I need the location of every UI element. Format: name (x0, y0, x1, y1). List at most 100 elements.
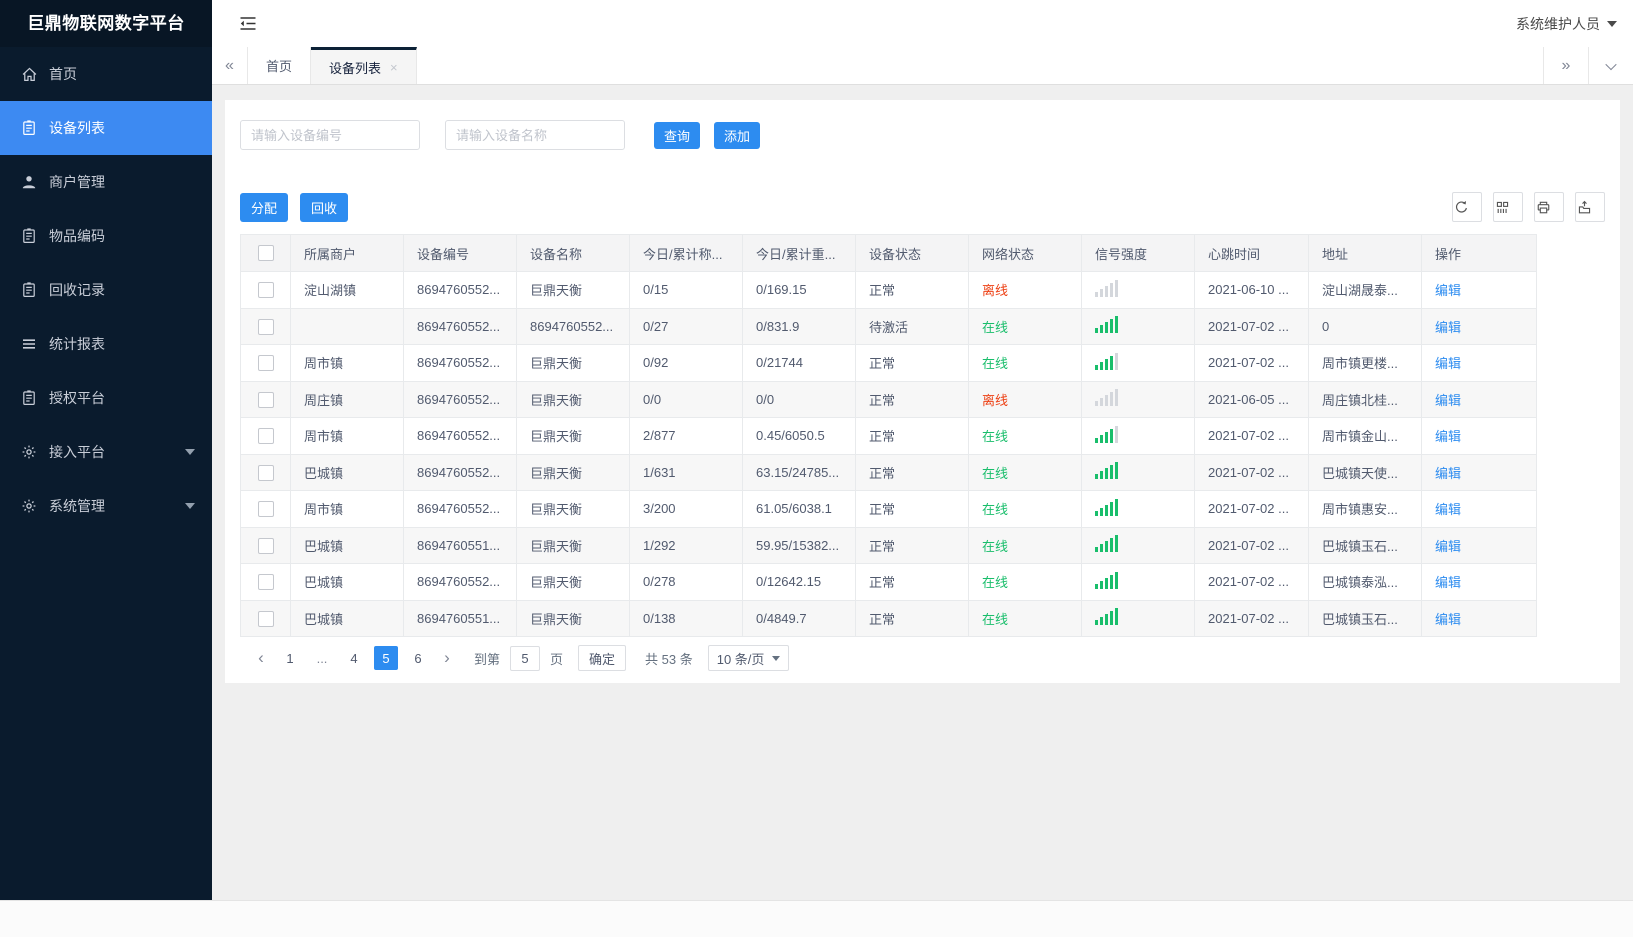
cell-heartbeat: 2021-07-02 ... (1194, 599, 1309, 637)
doc-icon (20, 281, 38, 299)
edit-link[interactable]: 编辑 (1435, 502, 1461, 517)
prev-page-button[interactable]: ‹ (248, 645, 274, 671)
cell-today-weight: 0/12642.15 (742, 563, 856, 601)
sidebar-item-system-manage[interactable]: 系统管理 (0, 479, 212, 533)
jump-page-input[interactable] (510, 645, 541, 671)
cell-device-no: 8694760551... (403, 526, 517, 564)
tab-home[interactable]: 首页 (248, 47, 312, 84)
sidebar-toggle-icon[interactable] (239, 16, 257, 31)
user-menu[interactable]: 系统维护人员 (1516, 14, 1617, 34)
row-checkbox[interactable] (257, 428, 274, 445)
sidebar-item-stats-report[interactable]: 统计报表 (0, 317, 212, 371)
sidebar-item-item-code[interactable]: 物品编码 (0, 209, 212, 263)
edit-link[interactable]: 编辑 (1435, 283, 1461, 298)
page-button-4[interactable]: 4 (342, 646, 366, 670)
cell-device-name: 巨鼎天衡 (516, 380, 630, 418)
cell-heartbeat: 2021-06-05 ... (1194, 380, 1309, 418)
chevron-down-icon (185, 503, 195, 509)
device-name-input[interactable] (445, 120, 625, 150)
list-icon (20, 119, 38, 137)
edit-link[interactable]: 编辑 (1435, 466, 1461, 481)
page-button-6[interactable]: 6 (406, 646, 430, 670)
sidebar-item-device-list[interactable]: 设备列表 (0, 101, 212, 155)
gear-icon (20, 443, 38, 461)
tabs-scroll-right-button[interactable]: » (1543, 47, 1588, 84)
row-checkbox[interactable] (257, 282, 274, 299)
caret-down-icon (1607, 20, 1617, 27)
refresh-button[interactable] (1452, 192, 1482, 222)
sidebar-item-auth-platform[interactable]: 授权平台 (0, 371, 212, 425)
print-icon (1535, 198, 1553, 216)
page-size-select[interactable]: 10 条/页 (707, 645, 790, 671)
signal-strength-icon (1095, 535, 1118, 553)
columns-button[interactable] (1493, 192, 1523, 222)
recycle-button[interactable]: 回收 (300, 192, 349, 222)
confirm-button[interactable]: 确定 (578, 645, 627, 671)
table-row: 淀山湖镇 8694760552... 巨鼎天衡 0/15 0/169.15 正常 离线 202… (240, 271, 1537, 309)
cell-address: 巴城镇玉石... (1308, 599, 1422, 637)
cell-device-no: 8694760552... (403, 307, 517, 345)
tabs-menu-button[interactable] (1588, 47, 1633, 84)
sidebar-item-home[interactable]: 首页 (0, 47, 212, 101)
row-checkbox[interactable] (257, 610, 274, 627)
chevron-down-icon (1605, 58, 1617, 70)
edit-link[interactable]: 编辑 (1435, 539, 1461, 554)
row-checkbox[interactable] (257, 318, 274, 335)
cell-today-weight: 0/0 (742, 380, 856, 418)
edit-link[interactable]: 编辑 (1435, 320, 1461, 335)
table-toolbar: 分配 回收 (240, 192, 1605, 222)
edit-link[interactable]: 编辑 (1435, 393, 1461, 408)
select-all-checkbox[interactable] (257, 245, 274, 262)
column-header: 设备状态 (855, 234, 969, 272)
cell-device-status: 正常 (855, 453, 969, 491)
sidebar-item-recycle-record[interactable]: 回收记录 (0, 263, 212, 317)
cell-today-weight: 0.45/6050.5 (742, 417, 856, 455)
page-ellipsis: ... (316, 650, 328, 666)
edit-link[interactable]: 编辑 (1435, 612, 1461, 627)
next-page-button[interactable]: › (434, 645, 460, 671)
sidebar-item-access-platform[interactable]: 接入平台 (0, 425, 212, 479)
edit-link[interactable]: 编辑 (1435, 429, 1461, 444)
sidebar-item-merchant-manage[interactable]: 商户管理 (0, 155, 212, 209)
tabs-scroll-left-button[interactable]: « (212, 47, 248, 84)
cell-network-status: 在线 (968, 563, 1082, 601)
row-checkbox[interactable] (257, 355, 274, 372)
row-checkbox[interactable] (257, 464, 274, 481)
edit-link[interactable]: 编辑 (1435, 575, 1461, 590)
horizontal-scrollbar[interactable] (0, 900, 1633, 937)
edit-link[interactable]: 编辑 (1435, 356, 1461, 371)
page-button-5[interactable]: 5 (374, 646, 398, 670)
sidebar: 巨鼎物联网数字平台 首页 设备列表 商户管理 物品编码 回收记录 统计报表 授权平台 接入平台… (0, 0, 212, 900)
cell-today-count: 2/877 (629, 417, 743, 455)
row-checkbox[interactable] (257, 391, 274, 408)
row-checkbox[interactable] (257, 501, 274, 518)
export-button[interactable] (1575, 192, 1605, 222)
assign-button[interactable]: 分配 (240, 192, 289, 222)
cell-merchant: 巴城镇 (290, 563, 404, 601)
row-checkbox[interactable] (257, 537, 274, 554)
home-icon (20, 65, 38, 83)
cell-device-name: 巨鼎天衡 (516, 344, 630, 382)
print-button[interactable] (1534, 192, 1564, 222)
cell-address: 周市镇金山... (1308, 417, 1422, 455)
query-button[interactable]: 查询 (654, 121, 701, 149)
cell-device-name: 巨鼎天衡 (516, 563, 630, 601)
cell-device-name: 巨鼎天衡 (516, 417, 630, 455)
column-header: 所属商户 (290, 234, 404, 272)
cell-signal (1081, 417, 1195, 455)
cell-device-name: 8694760552... (516, 307, 630, 345)
page-button-1[interactable]: 1 (278, 646, 302, 670)
cell-heartbeat: 2021-07-02 ... (1194, 417, 1309, 455)
cell-network-status: 在线 (968, 417, 1082, 455)
device-no-input[interactable] (240, 120, 420, 150)
cell-today-weight: 61.05/6038.1 (742, 490, 856, 528)
table-row: 8694760552... 8694760552... 0/27 0/831.9 待激活… (240, 307, 1537, 345)
cell-network-status: 在线 (968, 307, 1082, 345)
close-icon[interactable]: × (390, 60, 398, 75)
tab-device-list[interactable]: 设备列表 × (311, 47, 417, 84)
user-icon (20, 173, 38, 191)
cell-network-status: 在线 (968, 490, 1082, 528)
row-checkbox[interactable] (257, 574, 274, 591)
add-button[interactable]: 添加 (714, 121, 761, 149)
table-row: 周庄镇 8694760552... 巨鼎天衡 0/0 0/0 正常 离线 2021-06-05… (240, 380, 1537, 418)
